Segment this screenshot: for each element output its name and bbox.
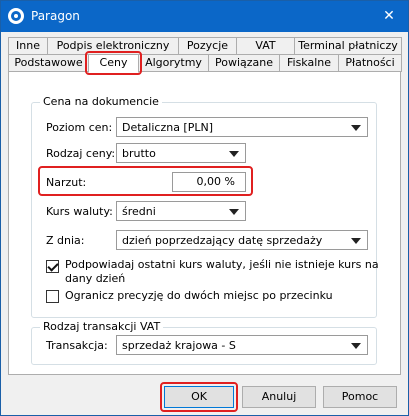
date-label: Z dnia: — [46, 234, 85, 247]
price-level-select[interactable]: Detaliczna [PLN] — [116, 117, 368, 137]
help-button[interactable]: Pomoc — [323, 386, 397, 408]
paragon-dialog: Paragon ✕ Inne Podpis elektroniczny Pozy… — [0, 0, 409, 416]
price-type-value: brutto — [122, 147, 156, 160]
price-level-label: Poziom cen: — [46, 121, 113, 134]
close-button[interactable]: ✕ — [378, 7, 400, 25]
chevron-down-icon — [229, 151, 239, 157]
tab-podstawowe[interactable]: Podstawowe — [8, 54, 89, 72]
limit-precision-checkbox[interactable] — [46, 290, 59, 303]
markup-label: Narzut: — [46, 176, 87, 189]
vat-group-legend: Rodzaj transakcji VAT — [40, 320, 164, 333]
date-value: dzień poprzedzający datę sprzedaży — [122, 234, 323, 247]
cancel-button[interactable]: Anuluj — [242, 386, 316, 408]
tab-fiskalne[interactable]: Fiskalne — [279, 54, 339, 72]
tab-pozycje[interactable]: Pozycje — [178, 37, 237, 55]
ok-button[interactable]: OK — [164, 386, 234, 408]
limit-precision-label: Ogranicz precyzję do dwóch miejsc po prz… — [65, 289, 333, 302]
exchange-rate-label: Kurs waluty: — [46, 205, 113, 218]
tab-platnosci[interactable]: Płatności — [338, 54, 402, 72]
tab-powiazane[interactable]: Powiązane — [208, 54, 280, 72]
tab-podpis-elektroniczny[interactable]: Podpis elektroniczny — [47, 37, 179, 55]
suggest-rate-checkbox[interactable] — [46, 260, 59, 273]
tab-vat[interactable]: VAT — [236, 37, 295, 55]
tab-panel-ceny: Cena na dokumencie Poziom cen: Detaliczn… — [8, 71, 401, 375]
chevron-down-icon — [351, 343, 361, 349]
tab-algorytmy[interactable]: Algorytmy — [138, 54, 209, 72]
transaction-select[interactable]: sprzedaż krajowa - S — [116, 335, 368, 355]
window-title: Paragon — [31, 9, 80, 23]
paragon-logo-icon — [8, 8, 24, 24]
title-bar: Paragon ✕ — [1, 1, 408, 32]
vat-group: Rodzaj transakcji VAT Transakcja: sprzed… — [31, 320, 377, 365]
price-group: Cena na dokumencie Poziom cen: Detaliczn… — [31, 95, 379, 318]
price-type-label: Rodzaj ceny: — [46, 147, 116, 160]
tab-terminal-platniczy[interactable]: Terminal płatniczy — [294, 37, 402, 55]
transaction-label: Transakcja: — [46, 339, 108, 352]
exchange-rate-value: średni — [122, 205, 156, 218]
exchange-rate-select[interactable]: średni — [116, 201, 246, 221]
price-level-value: Detaliczna [PLN] — [122, 121, 214, 134]
chevron-down-icon — [351, 125, 361, 131]
suggest-rate-label-line1: Podpowiadaj ostatni kurs waluty, jeśli n… — [65, 258, 379, 271]
price-group-legend: Cena na dokumencie — [40, 95, 162, 108]
suggest-rate-label-line2: dany dzień — [65, 272, 126, 285]
markup-input[interactable]: 0,00 % — [172, 172, 246, 192]
transaction-value: sprzedaż krajowa - S — [122, 339, 236, 352]
date-select[interactable]: dzień poprzedzający datę sprzedaży — [116, 230, 368, 250]
chevron-down-icon — [351, 238, 361, 244]
chevron-down-icon — [229, 209, 239, 215]
price-type-select[interactable]: brutto — [116, 143, 246, 163]
tab-inne[interactable]: Inne — [8, 37, 48, 55]
tab-ceny[interactable]: Ceny — [88, 54, 139, 73]
